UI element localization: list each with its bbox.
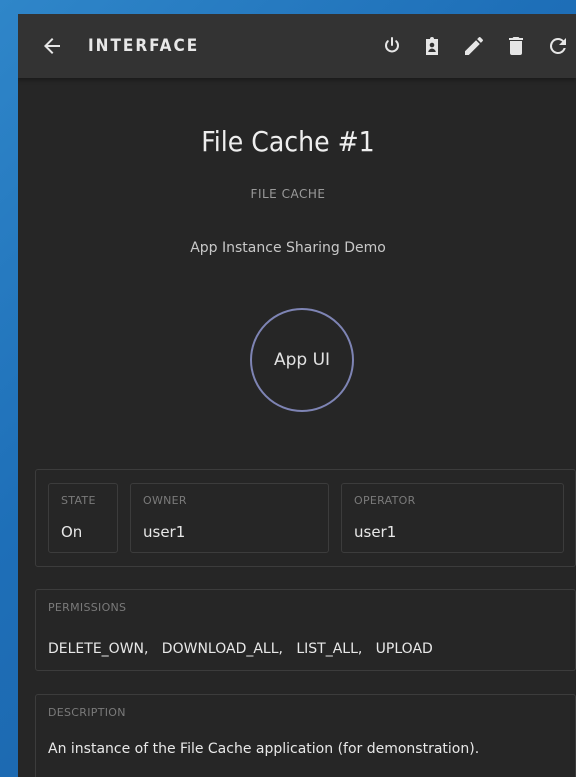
app-subtitle: App Instance Sharing Demo xyxy=(190,240,386,256)
owner-label: OWNER xyxy=(143,494,187,507)
info-section: STATE On OWNER user1 OPERATOR user1 xyxy=(35,469,576,567)
app-panel: INTERFACE File Cache #1 FILE CACHE App I… xyxy=(18,14,576,777)
operator-value: user1 xyxy=(354,523,397,541)
edit-button[interactable] xyxy=(462,34,486,58)
delete-button[interactable] xyxy=(504,34,528,58)
state-value: On xyxy=(61,523,83,541)
permissions-value: DELETE_OWN, DOWNLOAD_ALL, LIST_ALL, UPLO… xyxy=(48,641,433,657)
operator-label: OPERATOR xyxy=(354,494,416,507)
app-ui-label: App UI xyxy=(273,350,331,370)
refresh-icon xyxy=(549,37,566,54)
permissions-section: PERMISSIONS DELETE_OWN, DOWNLOAD_ALL, LI… xyxy=(35,589,576,671)
description-value: An instance of the File Cache applicatio… xyxy=(48,741,480,757)
badge-icon xyxy=(426,37,438,55)
description-section: DESCRIPTION An instance of the File Cach… xyxy=(35,694,576,777)
back-button[interactable] xyxy=(40,34,64,58)
arrow-back-icon xyxy=(44,38,60,54)
power-button[interactable] xyxy=(380,34,404,58)
trash-icon xyxy=(509,37,523,55)
badge-button[interactable] xyxy=(420,34,444,58)
state-label: STATE xyxy=(61,494,96,507)
top-app-bar: INTERFACE xyxy=(18,14,576,78)
pencil-icon xyxy=(465,36,484,55)
power-icon xyxy=(385,37,399,53)
app-title: File Cache #1 xyxy=(201,125,375,158)
operator-field: OPERATOR user1 xyxy=(341,483,564,553)
state-field: STATE On xyxy=(48,483,118,553)
permissions-label: PERMISSIONS xyxy=(48,601,127,614)
owner-value: user1 xyxy=(143,523,186,541)
app-ui-button[interactable]: App UI xyxy=(250,308,354,412)
refresh-button[interactable] xyxy=(546,34,570,58)
app-type: FILE CACHE xyxy=(250,187,326,201)
page-title: INTERFACE xyxy=(88,36,200,56)
owner-field: OWNER user1 xyxy=(130,483,329,553)
description-label: DESCRIPTION xyxy=(48,706,126,719)
